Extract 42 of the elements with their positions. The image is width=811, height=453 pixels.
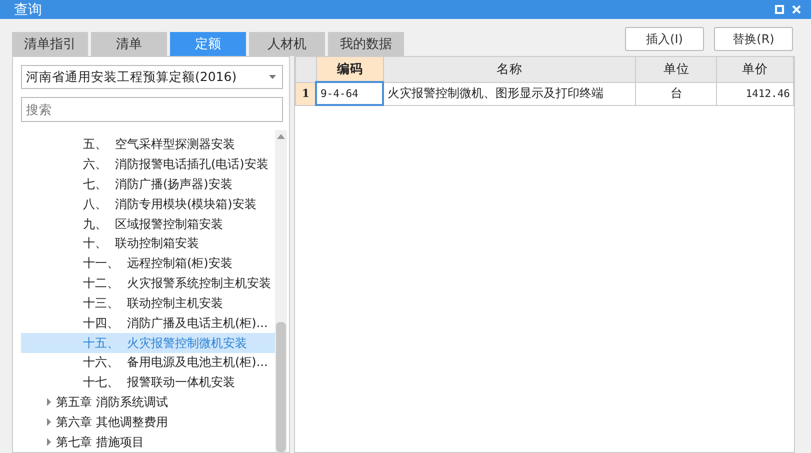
tab[interactable]: 人材机 (249, 32, 325, 56)
table-cell: 火灾报警控制微机、图形显示及打印终端 (383, 82, 636, 105)
insert-button[interactable]: 插入(I) (625, 27, 704, 51)
tree-item[interactable]: 八、 消防专用模块(模块箱)安装 (21, 194, 275, 214)
scrollbar-thumb[interactable] (276, 322, 286, 452)
tree-item[interactable]: 七、 消防广播(扬声器)安装 (21, 174, 275, 194)
table-cell: 9-4-64 (316, 82, 384, 105)
table-cell: 1412.46 (716, 82, 794, 105)
tree-item[interactable]: 十七、 报警联动一体机安装 (21, 372, 275, 393)
column-header: 编码 (316, 56, 384, 82)
tree-item[interactable]: 十二、 火灾报警系统控制主机安装 (21, 274, 275, 294)
replace-button[interactable]: 替换(R) (714, 27, 793, 51)
window-title: 查询 (14, 0, 43, 18)
tree-item[interactable]: 五、 空气采样型探测器安装 (21, 135, 275, 155)
tree-item[interactable]: 十六、 备用电源及电池主机(柜)... (21, 352, 275, 373)
library-dropdown[interactable]: 河南省通用安装工程预算定额(2016) (21, 65, 283, 89)
row-number: 1 (296, 82, 316, 105)
column-header: 单价 (716, 56, 794, 82)
scrollbar[interactable] (275, 130, 287, 452)
tree-item[interactable]: 十、 联动控制箱安装 (21, 234, 275, 254)
tree-item[interactable]: 六、 消防报警电话插孔(电话)安装 (21, 154, 275, 175)
expand-arrow-icon[interactable] (46, 398, 52, 406)
tab[interactable]: 清单指引 (12, 32, 88, 56)
column-header: 单位 (636, 56, 717, 82)
tree-item[interactable]: 第七章 措施项目 (21, 432, 275, 452)
scroll-up-icon[interactable] (277, 134, 285, 139)
tree-item[interactable]: 十三、 联动控制主机安装 (21, 294, 275, 314)
tree-item[interactable]: 九、 区域报警控制箱安装 (21, 214, 275, 234)
expand-arrow-icon[interactable] (46, 438, 52, 446)
close-icon[interactable] (792, 5, 801, 14)
tree-item[interactable]: 十四、 消防广播及电话主机(柜)... (21, 313, 275, 334)
expand-arrow-icon[interactable] (46, 418, 52, 426)
tree-item[interactable]: 十一、 远程控制箱(柜)安装 (21, 254, 275, 274)
tab[interactable]: 清单 (91, 32, 167, 56)
search-field[interactable]: 搜索 (21, 97, 283, 122)
tree-item[interactable]: 第五章 消防系统调试 (21, 392, 275, 412)
table-cell: 台 (636, 82, 717, 105)
tab[interactable]: 我的数据 (328, 32, 404, 56)
column-header: 名称 (383, 56, 636, 82)
tree-item[interactable]: 第六章 其他调整费用 (21, 412, 275, 432)
caret-icon (269, 75, 276, 79)
maximize-icon[interactable] (775, 5, 784, 14)
